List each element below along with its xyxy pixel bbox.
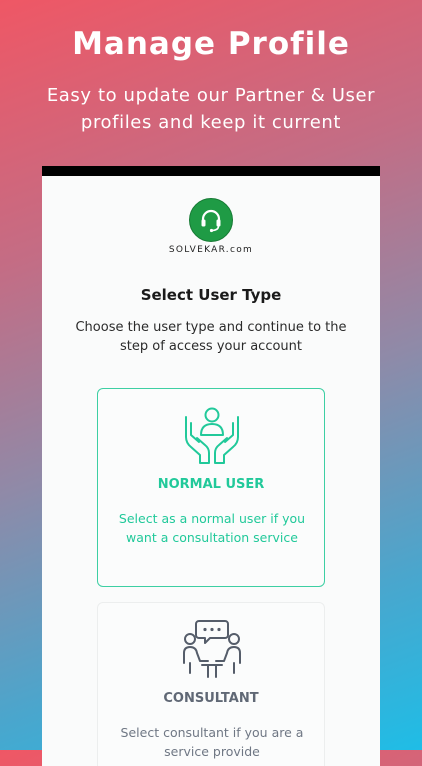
- headset-icon: [201, 209, 221, 233]
- page-title: Select User Type: [140, 286, 282, 304]
- consultant-description: Select consultant if you are a service p…: [120, 725, 304, 759]
- logo-text: SOLVEKAR.com: [168, 245, 254, 255]
- promo-headline: Manage Profile: [72, 26, 350, 62]
- hands-user-icon: [185, 407, 239, 464]
- phone-screen: SOLVEKAR.com Select User Type Choose the…: [42, 166, 380, 766]
- consultant-chat-icon: [183, 620, 241, 678]
- consultant-label: CONSULTANT: [163, 691, 259, 706]
- normal-user-label: NORMAL USER: [157, 477, 265, 492]
- app-logo: [189, 198, 233, 242]
- page-description: Choose the user type and continue to the…: [75, 320, 347, 354]
- normal-user-card[interactable]: NORMAL USER Select as a normal user if y…: [97, 388, 325, 587]
- consultant-card[interactable]: CONSULTANT Select consultant if you are …: [97, 602, 325, 766]
- normal-user-description: Select as a normal user if you want a co…: [118, 511, 306, 545]
- promo-subline: Easy to update our Partner & User profil…: [46, 85, 376, 133]
